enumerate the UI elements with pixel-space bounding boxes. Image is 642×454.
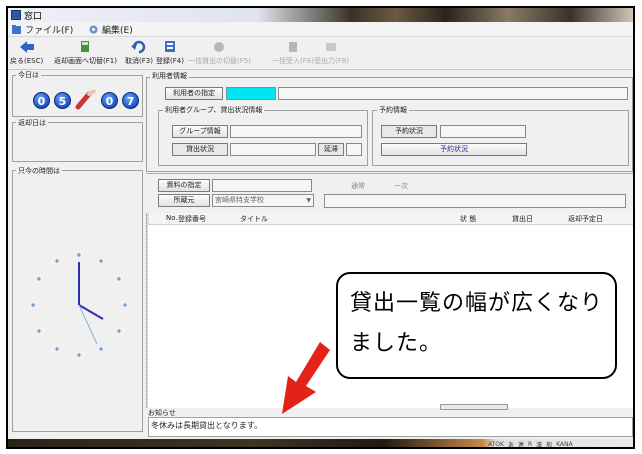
lend-status-field (230, 143, 316, 156)
undo-icon (130, 40, 146, 54)
batch-switch-label: 一括貸出の切替(F5) (188, 57, 251, 65)
group-info-button[interactable]: グループ情報 (172, 125, 228, 138)
user-name-field (278, 87, 628, 100)
group-info-field (230, 125, 362, 138)
folder-icon (12, 25, 21, 34)
output-icon (326, 43, 337, 51)
toolbar: 戻る(ESC) 返却画面へ切替(F1) 取消(F3) 登録(F4) 一括貸出の切… (8, 38, 633, 70)
mode-display-field (324, 194, 626, 208)
title-bar: 窓口 (8, 8, 633, 22)
col-return-date: 返却予定日 (568, 215, 603, 223)
specify-user-button[interactable]: 利用者の指定 (165, 87, 223, 100)
col-no: No. (166, 214, 178, 222)
location-select-value: 宮崎県特支学校 (215, 196, 264, 204)
specify-material-button[interactable]: 資料の指定 (158, 179, 210, 192)
notice-box: 冬休みは長期貸出となります。 (148, 417, 633, 437)
switch-to-return-button[interactable]: 返却画面へ切替(F1) (54, 40, 117, 68)
batch-mode-label: 一次 (394, 182, 408, 190)
clock-panel (12, 170, 143, 432)
tray-item[interactable]: あ (508, 440, 514, 448)
register-button[interactable]: 登録(F4) (156, 40, 184, 68)
reservation-status-label: 予約状況 (381, 125, 437, 138)
user-info-label: 利用者情報 (150, 71, 189, 81)
switch-screen-icon (81, 41, 90, 52)
col-status: 状 態 (460, 215, 477, 223)
today-panel: 0 5 0 7 (12, 75, 143, 117)
tray-item[interactable]: R (528, 441, 532, 448)
lend-status-label: 貸出状況 (172, 143, 228, 156)
notice-text: 冬休みは長期貸出となります。 (151, 421, 262, 430)
reservation-group-label: 予約情報 (377, 105, 409, 115)
red-arrow-icon (282, 342, 330, 414)
tray-item[interactable]: 般 (546, 440, 552, 448)
cancel-button[interactable]: 取消(F3) (125, 40, 153, 68)
back-button[interactable]: 戻る(ESC) (10, 40, 43, 68)
tray-item[interactable]: ATOK (488, 441, 504, 448)
chevron-down-icon: ▼ (306, 197, 311, 204)
col-title: タイトル (240, 215, 268, 223)
analog-clock-icon (31, 253, 127, 357)
cancel-button-label: 取消(F3) (125, 57, 153, 65)
menu-file[interactable]: ファイル(F) (11, 23, 73, 36)
menu-edit-label: 編集(E) (102, 26, 133, 36)
col-reg-number: 登録番号 (178, 215, 206, 223)
menu-bar: ファイル(F) 編集(E) (8, 22, 633, 37)
current-time-label: 只今の時間は (16, 166, 62, 176)
batch-receive-icon (288, 42, 297, 52)
reservation-button[interactable]: 予約状況 (381, 143, 527, 156)
ime-tray: ATOK あ 連 R 漢 般 KANA (488, 439, 573, 448)
menu-edit[interactable]: 編集(E) (88, 23, 133, 36)
normal-mode-label: 通常 (351, 182, 365, 190)
screenshot-frame: 窓口 ファイル(F) 編集(E) 戻る(ESC) 返却画面へ切替(F1) 取消(… (6, 6, 635, 449)
output-button[interactable]: 受出力(F8) (314, 40, 349, 68)
register-icon (164, 41, 175, 52)
lend-list-header: No. 登録番号 タイトル 状 態 貸出日 返却予定日 (148, 213, 633, 225)
reservation-panel (372, 110, 629, 166)
location-select[interactable]: 宮崎県特支学校 ▼ (212, 194, 314, 207)
date-digit: 0 (101, 91, 118, 109)
user-id-field[interactable] (226, 87, 276, 100)
date-digit: 7 (122, 91, 139, 109)
batch-receive-label: 一括受入(F6) (272, 57, 314, 65)
window-title: 窓口 (24, 12, 43, 22)
switch-to-return-label: 返却画面へ切替(F1) (54, 57, 117, 65)
register-button-label: 登録(F4) (156, 57, 184, 65)
location-button[interactable]: 所蔵元 (158, 194, 210, 207)
batch-switch-button[interactable]: 一括貸出の切替(F5) (188, 40, 251, 68)
group-status-label: 利用者グループ、貸出状況情報 (163, 105, 265, 115)
today-label: 今日は (16, 70, 41, 80)
batch-switch-icon (214, 42, 225, 52)
menu-file-label: ファイル(F) (25, 26, 74, 36)
app-icon (11, 10, 21, 20)
callout-box: 貸出一覧の幅が広くなりました。 (336, 272, 617, 379)
tray-item[interactable]: 連 (518, 440, 524, 448)
col-lend-date: 貸出日 (512, 215, 533, 223)
month-day-separator-icon (75, 90, 96, 110)
return-date-label: 返却日は (16, 118, 48, 128)
edit-icon (89, 25, 98, 34)
callout-text: 貸出一覧の幅が広くなりました。 (350, 291, 604, 356)
overdue-label: 延滞 (318, 143, 344, 156)
output-button-label: 受出力(F8) (314, 57, 349, 65)
tray-item[interactable]: KANA (556, 441, 573, 448)
tray-item[interactable]: 漢 (536, 440, 542, 448)
date-digit: 5 (54, 91, 71, 109)
taskbar: ATOK あ 連 R 漢 般 KANA (8, 439, 633, 448)
date-digit: 0 (33, 91, 50, 109)
return-date-panel (12, 122, 143, 162)
group-status-panel (158, 110, 368, 166)
back-button-label: 戻る(ESC) (10, 57, 44, 65)
date-display: 0 5 0 7 (33, 90, 139, 110)
back-arrow-icon (19, 41, 34, 53)
overdue-field (346, 143, 362, 156)
material-id-field[interactable] (212, 179, 312, 192)
batch-receive-button[interactable]: 一括受入(F6) (272, 40, 314, 68)
horizontal-scrollbar[interactable] (440, 404, 508, 410)
reservation-status-field (440, 125, 526, 138)
